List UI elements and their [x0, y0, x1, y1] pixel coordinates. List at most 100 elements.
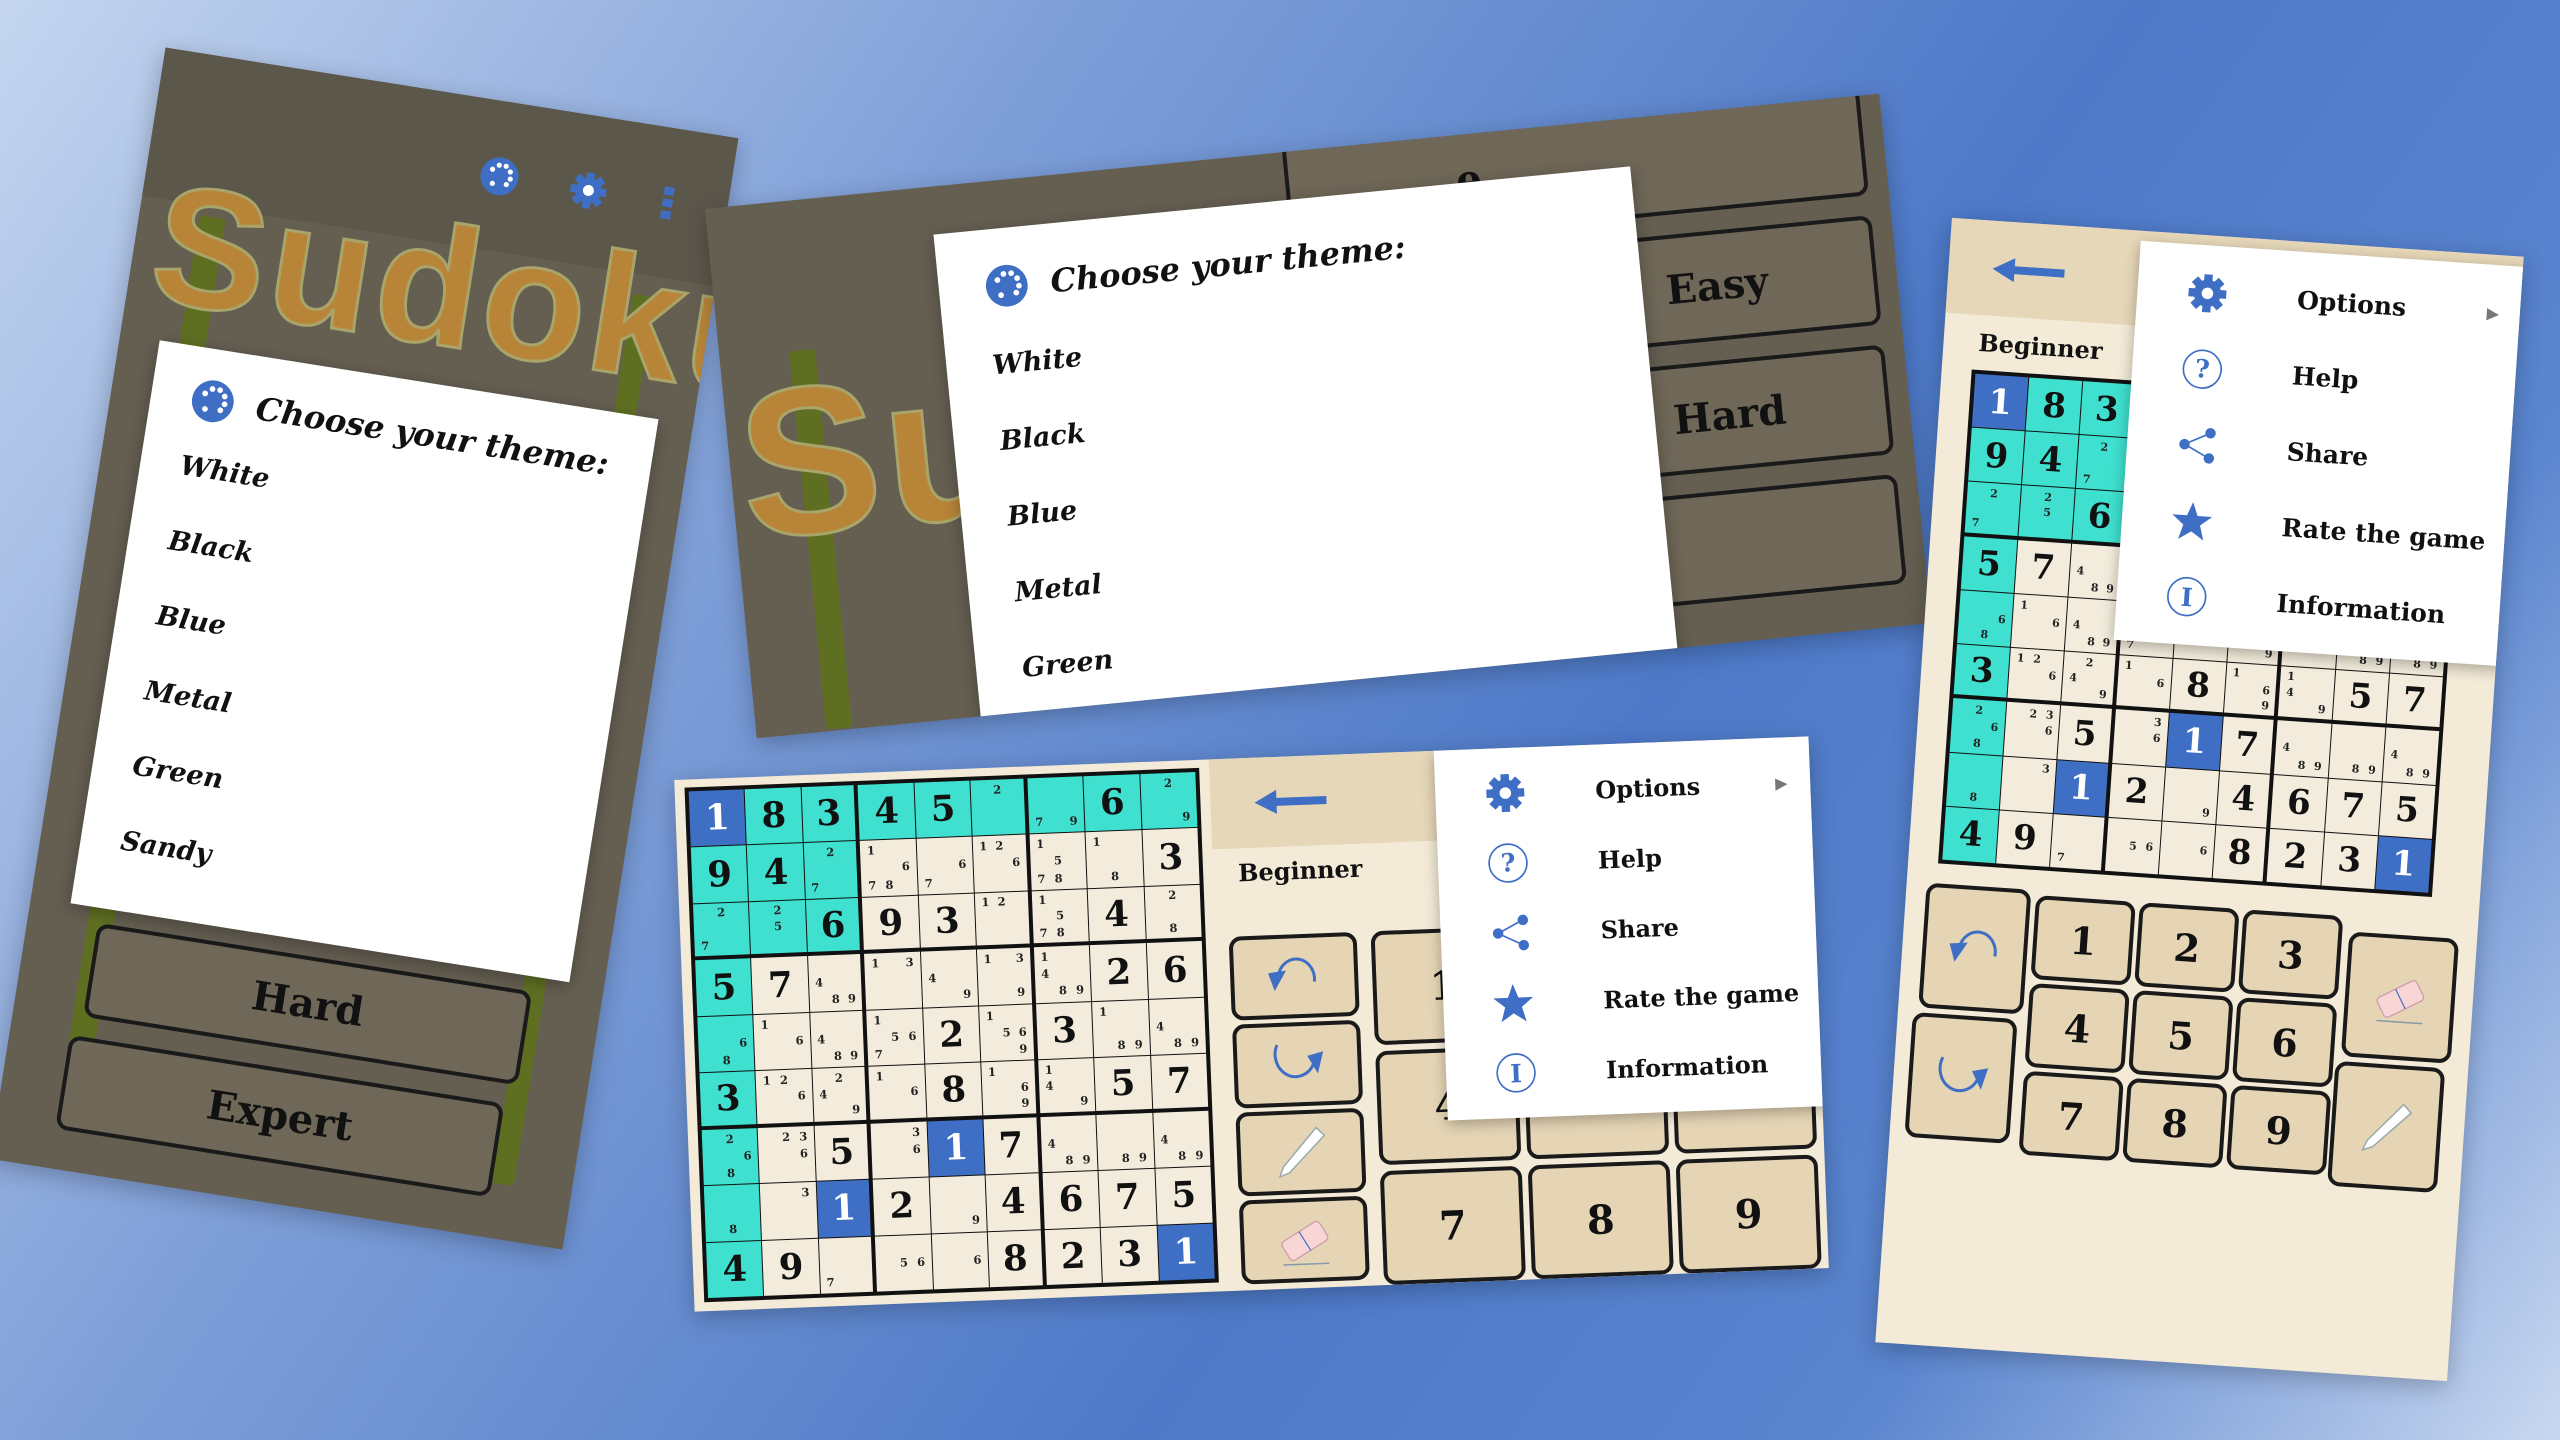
sudoku-cell[interactable]: 6 [805, 897, 861, 953]
menu-item-information[interactable]: I Information [1445, 1026, 1827, 1111]
sudoku-cell[interactable]: 1 [816, 1179, 872, 1238]
sudoku-cell[interactable]: 5 [1960, 536, 2018, 593]
sudoku-cell[interactable]: 9 [862, 895, 920, 951]
sudoku-cell[interactable]: 139 [977, 947, 1032, 1006]
sudoku-cell[interactable]: 1489 [1033, 945, 1092, 1004]
sudoku-cell[interactable]: 126 [755, 1069, 814, 1124]
sudoku-cell[interactable]: 1567 [866, 1008, 925, 1066]
sudoku-cell[interactable]: 27 [692, 902, 751, 957]
sudoku-cell[interactable]: 1578 [1031, 889, 1089, 944]
sudoku-cell[interactable]: 6 [2158, 821, 2216, 879]
sudoku-cell[interactable]: 2 [2266, 828, 2324, 886]
sudoku-cell[interactable]: 3 [1142, 828, 1200, 886]
sudoku-cell[interactable]: 169 [981, 1060, 1036, 1116]
sudoku-cell[interactable]: 149 [2278, 666, 2335, 721]
sudoku-cell[interactable]: 1569 [979, 1004, 1034, 1062]
sudoku-cell[interactable]: 27 [2076, 435, 2131, 492]
sudoku-cell[interactable]: 7 [2220, 716, 2274, 774]
sudoku-cell[interactable]: 249 [812, 1067, 867, 1122]
sudoku-cell[interactable]: 25 [2018, 485, 2076, 540]
sudoku-cell[interactable]: 18 [1085, 830, 1144, 889]
sudoku-cell[interactable]: 126 [972, 834, 1028, 893]
digit-button-3[interactable]: 3 [2237, 909, 2344, 1000]
sudoku-cell[interactable]: 4 [2022, 431, 2079, 489]
sudoku-cell[interactable]: 2 [922, 1006, 981, 1064]
sudoku-cell[interactable]: 6 [2270, 774, 2328, 832]
sudoku-cell[interactable]: 5 [814, 1123, 869, 1181]
sudoku-cell[interactable]: 8 [2169, 659, 2227, 713]
digit-button-5[interactable]: 5 [2128, 989, 2234, 1081]
sudoku-cell[interactable]: 3 [1035, 1001, 1094, 1060]
sudoku-cell[interactable]: 489 [810, 1010, 865, 1069]
digit-button-4[interactable]: 4 [2024, 982, 2130, 1074]
sudoku-grid[interactable]: 1834527962994271678671261578183272569312… [684, 767, 1219, 1303]
sudoku-cell[interactable]: 4 [1087, 886, 1146, 942]
sudoku-cell[interactable]: 8 [745, 787, 803, 845]
sudoku-cell[interactable]: 1 [1157, 1223, 1215, 1281]
sudoku-cell[interactable]: 2 [1044, 1227, 1102, 1286]
sudoku-cell[interactable]: 3 [1100, 1225, 1159, 1283]
sudoku-cell[interactable]: 3 [2080, 381, 2134, 438]
sudoku-cell[interactable]: 27 [1964, 481, 2022, 536]
redo-button[interactable] [1904, 1011, 2018, 1144]
sudoku-cell[interactable]: 5 [1094, 1056, 1152, 1111]
sudoku-cell[interactable]: 8 [925, 1062, 983, 1118]
palette-icon[interactable] [477, 154, 523, 200]
digit-button-7[interactable]: 7 [2018, 1070, 2124, 1162]
sudoku-cell[interactable]: 13 [864, 952, 922, 1010]
sudoku-cell[interactable]: 89 [2328, 724, 2386, 781]
sudoku-cell[interactable]: 89 [1096, 1112, 1155, 1171]
sudoku-cell[interactable]: 3 [2000, 756, 2057, 813]
sudoku-cell[interactable]: 16 [753, 1012, 812, 1071]
sudoku-cell[interactable]: 36 [2111, 709, 2169, 767]
sudoku-cell[interactable]: 4 [2216, 770, 2271, 828]
sudoku-cell[interactable]: 56 [875, 1234, 933, 1292]
sudoku-cell[interactable]: 5 [2332, 670, 2389, 724]
sudoku-cell[interactable]: 8 [1946, 752, 2003, 810]
sudoku-cell[interactable]: 268 [1949, 698, 2007, 756]
sudoku-cell[interactable]: 489 [1040, 1114, 1098, 1173]
sudoku-cell[interactable]: 6 [2072, 489, 2127, 543]
sudoku-cell[interactable]: 1 [2375, 836, 2432, 893]
sudoku-cell[interactable]: 28 [1144, 884, 1202, 940]
sudoku-cell[interactable]: 1 [927, 1119, 985, 1177]
sudoku-cell[interactable]: 3 [2320, 832, 2378, 890]
sudoku-cell[interactable]: 3 [918, 893, 977, 948]
sudoku-cell[interactable]: 1 [2054, 759, 2108, 817]
sudoku-cell[interactable]: 1 [688, 789, 747, 847]
sudoku-cell[interactable]: 3 [760, 1181, 818, 1240]
sudoku-cell[interactable]: 7 [2386, 673, 2443, 728]
sudoku-cell[interactable]: 249 [2061, 651, 2116, 706]
sudoku-cell[interactable]: 8 [2212, 824, 2267, 882]
sudoku-cell[interactable]: 7 [983, 1116, 1039, 1175]
digit-button-9[interactable]: 9 [2225, 1084, 2332, 1176]
sudoku-cell[interactable]: 79 [1027, 776, 1085, 834]
sudoku-cell[interactable]: 7 [1098, 1168, 1157, 1227]
digit-button-1[interactable]: 1 [2030, 895, 2136, 986]
gear-icon[interactable] [566, 168, 612, 214]
sudoku-cell[interactable]: 3 [699, 1071, 757, 1126]
sudoku-cell[interactable]: 67 [916, 837, 974, 895]
undo-button[interactable] [1228, 931, 1360, 1021]
sudoku-cell[interactable]: 8 [703, 1184, 762, 1242]
sudoku-cell[interactable]: 12 [975, 891, 1030, 946]
sudoku-cell[interactable]: 27 [803, 841, 859, 899]
sudoku-cell[interactable]: 9 [762, 1238, 820, 1296]
sudoku-cell[interactable]: 489 [2065, 597, 2119, 655]
sudoku-cell[interactable]: 3 [801, 785, 856, 843]
sudoku-cell[interactable]: 4 [705, 1240, 764, 1299]
sudoku-cell[interactable]: 6 [1083, 774, 1142, 832]
sudoku-cell[interactable]: 489 [2382, 727, 2440, 785]
sudoku-cell[interactable]: 189 [1092, 999, 1150, 1058]
digit-button-8[interactable]: 8 [1527, 1160, 1674, 1280]
sudoku-cell[interactable]: 5 [2057, 705, 2112, 763]
digit-button-2[interactable]: 2 [2134, 902, 2240, 993]
undo-button[interactable] [1918, 882, 2032, 1015]
sudoku-cell[interactable]: 6 [931, 1231, 990, 1290]
sudoku-cell[interactable]: 29 [1139, 771, 1198, 830]
sudoku-cell[interactable]: 4 [985, 1173, 1041, 1231]
sudoku-cell[interactable]: 7 [751, 956, 810, 1014]
redo-button[interactable] [1232, 1019, 1364, 1109]
sudoku-cell[interactable]: 2 [970, 778, 1026, 836]
sudoku-cell[interactable]: 489 [1152, 1110, 1211, 1168]
